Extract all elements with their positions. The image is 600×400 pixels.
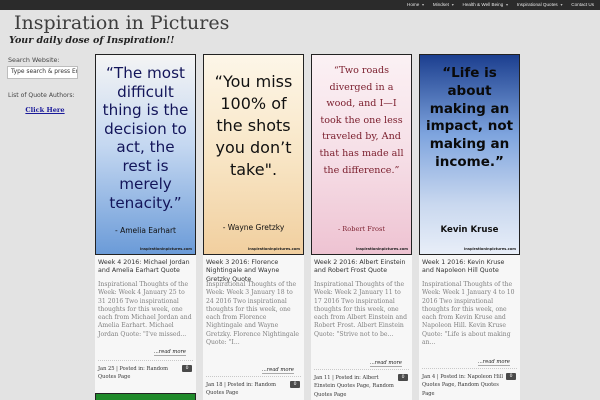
post-date: Jan 4 [422, 374, 436, 380]
top-nav-bar: Home ▼ Mindset ▼ Health & Well Being ▼ Insp… [0, 0, 600, 10]
posted-in-label: | Posted in: [116, 366, 145, 372]
post-meta: Jan 11 | Posted in: Albert Einstein Quot… [314, 374, 398, 399]
divider [98, 360, 193, 361]
posted-in-label: | Posted in: [436, 374, 466, 380]
quote-image-site: inspirationinpictures.com [356, 247, 408, 251]
divider [314, 369, 409, 370]
nav-item-home[interactable]: Home ▼ [403, 0, 429, 10]
nav-item-mindset[interactable]: Mindset ▼ [429, 0, 459, 10]
quote-image-site: inspirationinpictures.com [248, 247, 300, 251]
comment-count-badge[interactable]: 0 [506, 373, 516, 380]
quote-image[interactable]: “Life is about making an impact, not mak… [419, 54, 520, 255]
nav-item-health[interactable]: Health & Well Being ▼ [459, 0, 513, 10]
nav-item-label: Health & Well Being [462, 2, 504, 7]
post-excerpt: Inspirational Thoughts of the Week: Week… [314, 281, 407, 338]
post-date: Jan 18 [206, 382, 223, 388]
post-card: “Two roads diverged in a wood, and I—I t… [311, 54, 412, 400]
quote-image-text: “The most difficult thing is the decisio… [102, 64, 189, 212]
authors-label: List of Quote Authors: [8, 92, 75, 99]
post-date: Jan 11 [314, 375, 331, 381]
search-input[interactable]: Type search & press Ent [7, 66, 78, 79]
search-label: Search Website: [8, 56, 60, 64]
next-post-image-partial[interactable] [95, 393, 196, 400]
read-more-link[interactable]: ...read more [477, 359, 510, 366]
read-more-link[interactable]: ...read more [153, 349, 186, 356]
quote-image-site: inspirationinpictures.com [464, 247, 516, 251]
posted-in-label: | Posted in: [332, 375, 361, 381]
post-excerpt: Inspirational Thoughts of the Week: Week… [206, 281, 300, 347]
nav-item-label: Inspirational Quotes [516, 2, 558, 7]
comment-count-badge[interactable]: 0 [290, 381, 300, 388]
comment-count-badge[interactable]: 0 [398, 374, 408, 381]
post-meta: Jan 25 | Posted in: Random Quotes Page [98, 365, 182, 382]
chevron-down-icon: ▼ [505, 3, 509, 7]
posted-in-label: | Posted in: [224, 382, 253, 388]
quote-image-site: inspirationinpictures.com [140, 247, 192, 251]
quote-image-author: - Amelia Earhart [115, 226, 176, 235]
quote-image-author: - Robert Frost [337, 225, 385, 233]
authors-link[interactable]: Click Here [0, 106, 90, 114]
chevron-down-icon: ▼ [450, 3, 455, 7]
post-title[interactable]: Week 2 2016: Albert Einstein and Robert … [314, 259, 409, 276]
main-menu: Home ▼ Mindset ▼ Health & Well Being ▼ Insp… [403, 0, 598, 10]
comment-count-badge[interactable]: 0 [182, 365, 192, 372]
post-date: Jan 25 [98, 366, 115, 372]
site-title[interactable]: Inspiration in Pictures [14, 12, 229, 34]
post-card: “The most difficult thing is the decisio… [95, 54, 196, 400]
post-excerpt: Inspirational Thoughts of the Week: Week… [98, 281, 192, 338]
nav-item-label: Mindset [432, 2, 449, 7]
read-more-link[interactable]: ...read more [261, 367, 294, 374]
post-title[interactable]: Week 1 2016: Kevin Kruse and Napoleon Hi… [422, 259, 517, 276]
quote-image[interactable]: “You miss 100% of the shots you don’t ta… [203, 54, 304, 255]
nav-item-quotes[interactable]: Inspirational Quotes ▼ [513, 0, 567, 10]
post-title[interactable]: Week 4 2016: Michael Jordan and Amelia E… [98, 259, 193, 276]
chevron-down-icon: ▼ [559, 3, 564, 7]
quote-image[interactable]: “Two roads diverged in a wood, and I—I t… [311, 54, 412, 255]
nav-item-label: Home [407, 2, 420, 7]
quote-image-text: “Two roads diverged in a wood, and I—I t… [319, 65, 404, 176]
post-meta: Jan 4 | Posted in: Napoleon Hill Quotes … [422, 373, 506, 398]
post-card: “You miss 100% of the shots you don’t ta… [203, 54, 304, 400]
post-excerpt: Inspirational Thoughts of the Week: Week… [422, 281, 515, 347]
quote-image-author: - Wayne Gretzky [222, 223, 285, 232]
quote-image[interactable]: “The most difficult thing is the decisio… [95, 54, 196, 255]
read-more-link[interactable]: ...read more [369, 360, 402, 367]
post-card: “Life is about making an impact, not mak… [419, 54, 520, 400]
chevron-down-icon: ▼ [421, 3, 425, 7]
quote-image-author: Kevin Kruse [440, 225, 499, 235]
divider [422, 368, 517, 369]
nav-item-contact[interactable]: Contact Us [567, 0, 598, 10]
quote-image-text: “Life is about making an impact, not mak… [425, 65, 514, 170]
divider [206, 376, 301, 377]
nav-item-label: Contact Us [571, 2, 594, 7]
post-meta: Jan 18 | Posted in: Random Quotes Page [206, 381, 290, 398]
site-tagline: Your daily dose of Inspiration!! [9, 35, 175, 46]
quote-image-text: “You miss 100% of the shots you don’t ta… [214, 72, 293, 179]
